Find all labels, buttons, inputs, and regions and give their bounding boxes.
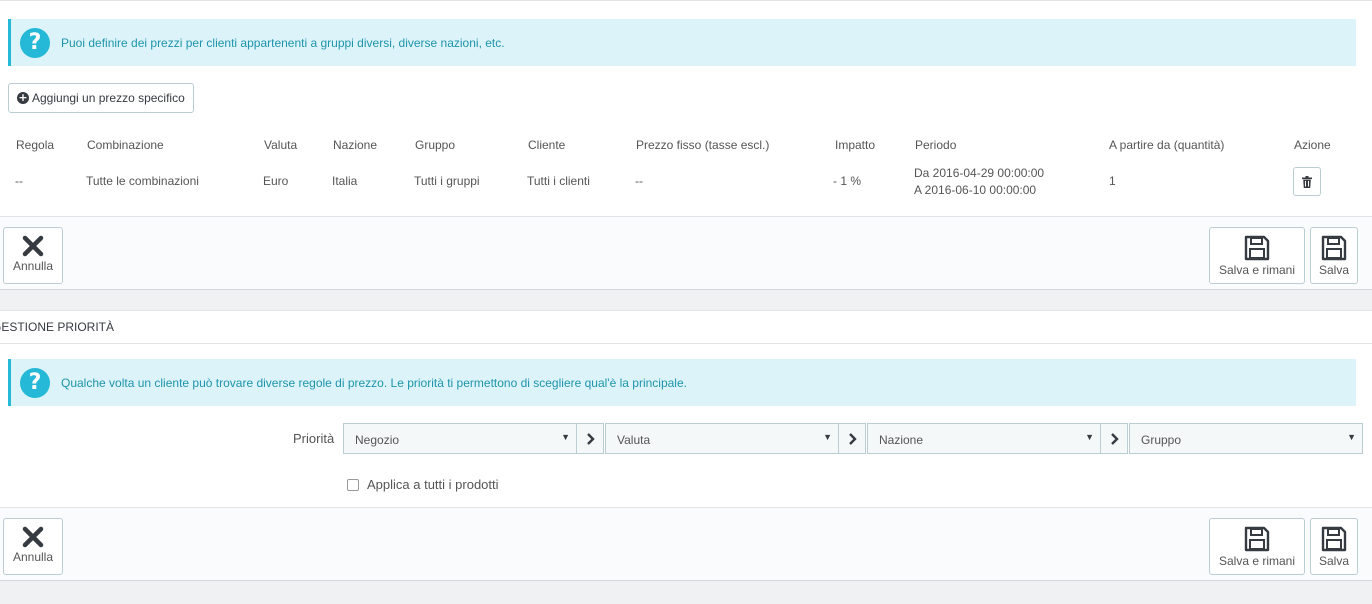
- save-and-stay-label: Salva e rimani: [1218, 554, 1296, 568]
- caret-down-icon: ▼: [561, 432, 570, 442]
- floppy-disk-icon: [1321, 526, 1347, 552]
- cell-impatto: - 1 %: [833, 174, 862, 188]
- floppy-disk-icon: [1321, 235, 1347, 261]
- chevron-right-icon: [1110, 432, 1119, 445]
- chevron-right-icon: [586, 432, 595, 445]
- panel-footer: Annulla Salva e rimani Salva: [0, 216, 1372, 290]
- cell-regola: --: [15, 174, 23, 188]
- close-x-icon: [22, 526, 44, 548]
- add-specific-price-button[interactable]: + Aggiungi un prezzo specifico: [8, 83, 194, 113]
- priority-select-2-value: Valuta: [617, 433, 651, 447]
- col-prezzo-fisso: Prezzo fisso (tasse escl.): [636, 138, 770, 152]
- priority-select-3-value: Nazione: [879, 433, 924, 447]
- cancel-label: Annulla: [12, 259, 54, 273]
- save-button[interactable]: Salva: [1310, 227, 1358, 284]
- priority-info-alert: ? Qualche volta un cliente può trovare d…: [8, 359, 1356, 406]
- save-label: Salva: [1318, 554, 1350, 568]
- priority-arrow-1: [576, 423, 604, 454]
- priority-arrow-3: [1100, 423, 1128, 454]
- col-gruppo: Gruppo: [415, 138, 456, 152]
- cell-prezzo-fisso: --: [635, 174, 643, 188]
- cell-quantita: 1: [1109, 174, 1116, 188]
- caret-down-icon: ▼: [1347, 432, 1356, 442]
- chevron-right-icon: [848, 432, 857, 445]
- cancel-button[interactable]: Annulla: [3, 227, 63, 284]
- col-azione: Azione: [1294, 138, 1331, 152]
- specific-price-info-text: Puoi definire dei prezzi per clienti app…: [61, 36, 505, 50]
- col-nazione: Nazione: [333, 138, 378, 152]
- priority-info-text: Qualche volta un cliente può trovare div…: [61, 376, 687, 390]
- col-valuta: Valuta: [264, 138, 298, 152]
- priority-select-4[interactable]: Gruppo ▼: [1129, 423, 1363, 454]
- caret-down-icon: ▼: [1085, 432, 1094, 442]
- priority-select-1-value: Negozio: [355, 433, 400, 447]
- apply-all-checkbox[interactable]: [347, 479, 359, 491]
- panel-footer: Annulla Salva e rimani Salva: [0, 507, 1372, 581]
- cell-periodo-a: A 2016-06-10 00:00:00: [914, 183, 1037, 197]
- floppy-disk-icon: [1244, 526, 1270, 552]
- priority-select-3[interactable]: Nazione ▼: [867, 423, 1101, 454]
- question-icon: ?: [20, 28, 50, 58]
- cell-nazione: Italia: [332, 174, 358, 188]
- cell-periodo-da: Da 2016-04-29 00:00:00: [914, 166, 1045, 180]
- save-and-stay-label: Salva e rimani: [1218, 263, 1296, 277]
- col-combinazione: Combinazione: [87, 138, 164, 152]
- delete-specific-price-button[interactable]: [1293, 167, 1321, 196]
- save-and-stay-button[interactable]: Salva e rimani: [1209, 518, 1305, 575]
- specific-price-info-alert: ? Puoi definire dei prezzi per clienti a…: [8, 19, 1356, 66]
- specific-prices-panel: ? Puoi definire dei prezzi per clienti a…: [0, 0, 1372, 290]
- caret-down-icon: ▼: [823, 432, 832, 442]
- cell-valuta: Euro: [263, 174, 289, 188]
- col-impatto: Impatto: [835, 138, 876, 152]
- priority-select-4-value: Gruppo: [1141, 433, 1182, 447]
- panel-heading-divider: [0, 343, 1372, 344]
- priority-select-1[interactable]: Negozio ▼: [343, 423, 577, 454]
- col-periodo: Periodo: [915, 138, 957, 152]
- cell-combinazione: Tutte le combinazioni: [86, 174, 199, 188]
- trash-icon: [1302, 175, 1312, 188]
- cancel-label: Annulla: [12, 550, 54, 564]
- save-and-stay-button[interactable]: Salva e rimani: [1209, 227, 1305, 284]
- apply-all-label[interactable]: Applica a tutti i prodotti: [367, 477, 499, 492]
- question-icon: ?: [20, 368, 50, 398]
- add-specific-price-label: Aggiungi un prezzo specifico: [32, 91, 185, 105]
- col-cliente: Cliente: [528, 138, 566, 152]
- priority-panel: Gestione priorità ? Qualche volta un cli…: [0, 310, 1372, 581]
- priority-panel-title: Gestione priorità: [0, 320, 115, 334]
- cell-cliente: Tutti i clienti: [527, 174, 590, 188]
- col-quantita: A partire da (quantità): [1109, 138, 1225, 152]
- priority-label: Priorità: [293, 431, 335, 446]
- col-regola: Regola: [16, 138, 55, 152]
- priority-arrow-2: [838, 423, 866, 454]
- cancel-button[interactable]: Annulla: [3, 518, 63, 575]
- floppy-disk-icon: [1244, 235, 1270, 261]
- save-button[interactable]: Salva: [1310, 518, 1358, 575]
- cell-gruppo: Tutti i gruppi: [414, 174, 480, 188]
- close-x-icon: [22, 235, 44, 257]
- plus-circle-icon: +: [17, 91, 29, 104]
- save-label: Salva: [1318, 263, 1350, 277]
- priority-select-2[interactable]: Valuta ▼: [605, 423, 839, 454]
